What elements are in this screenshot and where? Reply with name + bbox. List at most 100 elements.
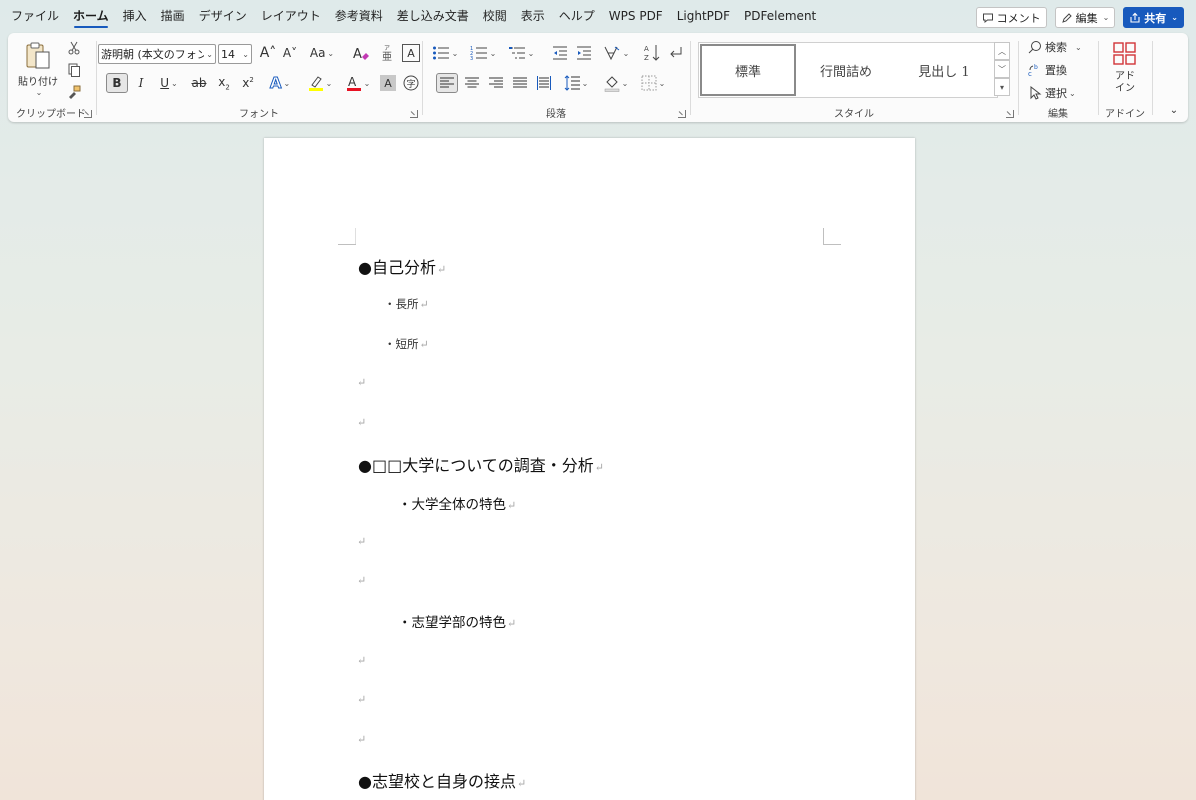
tab-help[interactable]: ヘルプ [552, 0, 602, 32]
multilevel-list-button[interactable]: ⌄ [504, 43, 538, 63]
list-item-weaknesses[interactable]: ・短所↵ [384, 336, 429, 352]
heading-connection[interactable]: ●志望校と自身の接点↵ [358, 768, 526, 792]
tab-home[interactable]: ホーム [66, 0, 116, 32]
font-color-button[interactable]: A ⌄ [342, 73, 374, 93]
clear-formatting-button[interactable]: A [350, 43, 372, 63]
cut-button[interactable] [65, 39, 83, 57]
collapse-ribbon-button[interactable]: ⌄ [1166, 103, 1182, 117]
heading-self-analysis[interactable]: ●自己分析↵ [358, 254, 446, 278]
search-icon [1028, 41, 1041, 54]
paragraph-launcher-icon[interactable] [678, 110, 686, 118]
empty-paragraph[interactable]: ↵ [356, 573, 366, 587]
font-name-dropdown[interactable]: 游明朝 (本文のフォント ⌄ [98, 44, 216, 64]
tab-lightpdf[interactable]: LightPDF [670, 0, 737, 32]
gallery-up-button[interactable]: ︿ [994, 42, 1010, 60]
tab-review[interactable]: 校閲 [476, 0, 514, 32]
empty-paragraph[interactable]: ↵ [356, 415, 366, 429]
numbering-button[interactable]: 123 ⌄ [466, 43, 500, 63]
tab-wps-pdf[interactable]: WPS PDF [602, 0, 670, 32]
document-page[interactable]: ●自己分析↵ ・長所↵ ・短所↵ ↵ ↵ ●□□大学についての調査・分析↵ ・大… [264, 138, 915, 800]
style-normal[interactable]: 標準 [700, 44, 796, 96]
tab-layout[interactable]: レイアウト [254, 0, 328, 32]
find-button[interactable]: 検索 ⌄ [1028, 37, 1090, 57]
empty-paragraph[interactable]: ↵ [356, 732, 366, 746]
grow-font-button[interactable]: A˄ [258, 43, 278, 63]
font-size-dropdown[interactable]: 14 ⌄ [218, 44, 252, 64]
empty-paragraph[interactable]: ↵ [356, 653, 366, 667]
enclose-char-button[interactable]: A [402, 44, 420, 62]
comment-button[interactable]: コメント [975, 7, 1047, 28]
edit-mode-button[interactable]: 編集 ⌄ [1054, 7, 1116, 28]
numbered-list-icon: 123 [470, 46, 487, 61]
list-item-faculty-features[interactable]: ・志望学部の特色↵ [398, 611, 516, 631]
superscript-icon: x2 [242, 76, 254, 90]
styles-group-label: スタイル [834, 109, 874, 120]
list-item-university-features[interactable]: ・大学全体の特色↵ [398, 493, 516, 513]
format-painter-button[interactable] [65, 83, 83, 101]
tab-file[interactable]: ファイル [4, 0, 66, 32]
tab-draw[interactable]: 描画 [154, 0, 192, 32]
list-item-strengths[interactable]: ・長所↵ [384, 296, 429, 312]
clipboard-launcher-icon[interactable] [84, 110, 92, 118]
decrease-indent-button[interactable] [550, 43, 570, 63]
empty-paragraph[interactable]: ↵ [356, 375, 366, 389]
vertical-scrollbar[interactable] [1180, 124, 1196, 800]
paste-button[interactable]: 貼り付け ⌄ [16, 39, 60, 99]
heading-university-research[interactable]: ●□□大学についての調査・分析↵ [358, 452, 604, 476]
strikethrough-button[interactable]: ab [188, 73, 210, 93]
text-effects-button[interactable]: A ⌄ [264, 73, 296, 93]
tab-references[interactable]: 参考資料 [328, 0, 390, 32]
borders-button[interactable]: ⌄ [636, 73, 670, 93]
subscript-button[interactable]: x2 [214, 73, 234, 93]
replace-button[interactable]: bc 置換 [1028, 60, 1090, 80]
align-center-button[interactable] [462, 73, 482, 93]
gallery-more-button[interactable]: ▾ [994, 78, 1010, 96]
paragraph-group: ⌄ 123 ⌄ ⌄ ⌄ AZ ⌄ ⌄ ⌄ 段落 [422, 33, 690, 122]
superscript-button[interactable]: x2 [238, 73, 258, 93]
chevron-down-icon: ⌄ [621, 78, 629, 88]
show-marks-button[interactable] [666, 43, 686, 63]
increase-indent-button[interactable] [574, 43, 594, 63]
empty-paragraph[interactable]: ↵ [356, 534, 366, 548]
shrink-font-button[interactable]: A˅ [280, 43, 300, 63]
change-case-button[interactable]: Aa ⌄ [306, 43, 338, 63]
bold-button[interactable]: B [106, 73, 128, 93]
select-button[interactable]: 選択 ⌄ [1028, 83, 1090, 103]
editing-group: 検索 ⌄ bc 置換 選択 ⌄ 編集 [1018, 33, 1098, 122]
tab-mailings[interactable]: 差し込み文書 [390, 0, 476, 32]
bullets-button[interactable]: ⌄ [428, 43, 462, 63]
tab-view[interactable]: 表示 [514, 0, 552, 32]
tab-insert[interactable]: 挿入 [116, 0, 154, 32]
align-left-button[interactable] [436, 73, 458, 93]
sort-button[interactable]: AZ [642, 43, 662, 63]
style-heading-1[interactable]: 見出し 1 [895, 43, 993, 97]
justify-button[interactable] [510, 73, 530, 93]
strikethrough-icon: ab [191, 76, 207, 90]
tab-pdfelement[interactable]: PDFelement [737, 0, 823, 32]
enclosed-char-button[interactable]: 字 [402, 73, 420, 93]
tab-design[interactable]: デザイン [192, 0, 254, 32]
align-right-button[interactable] [486, 73, 506, 93]
paragraph-mark: ↵ [357, 376, 367, 389]
shading-button[interactable]: ⌄ [600, 73, 632, 93]
line-spacing-button[interactable]: ⌄ [560, 73, 592, 93]
multilevel-list-icon [508, 47, 525, 59]
highlight-color-button[interactable]: ⌄ [304, 73, 336, 93]
italic-button[interactable]: I [132, 73, 150, 93]
asian-layout-button[interactable]: ⌄ [600, 43, 632, 63]
distributed-button[interactable] [534, 73, 554, 93]
share-button[interactable]: 共有 ⌄ [1123, 7, 1184, 28]
phonetic-guide-button[interactable]: ア亜 [378, 43, 396, 63]
gallery-down-button[interactable]: ﹀ [994, 60, 1010, 78]
copy-button[interactable] [65, 61, 83, 79]
addins-button[interactable]: アド イン [1104, 37, 1146, 99]
replace-icon: bc [1028, 64, 1038, 77]
font-launcher-icon[interactable] [410, 110, 418, 118]
chevron-down-icon: ⌄ [451, 48, 459, 58]
underline-button[interactable]: U ⌄ [154, 73, 184, 93]
empty-paragraph[interactable]: ↵ [356, 692, 366, 706]
style-no-spacing[interactable]: 行間詰め [797, 43, 895, 97]
char-shading-button[interactable]: A [380, 75, 396, 91]
clear-formatting-icon: A [353, 47, 369, 61]
styles-launcher-icon[interactable] [1006, 110, 1014, 118]
